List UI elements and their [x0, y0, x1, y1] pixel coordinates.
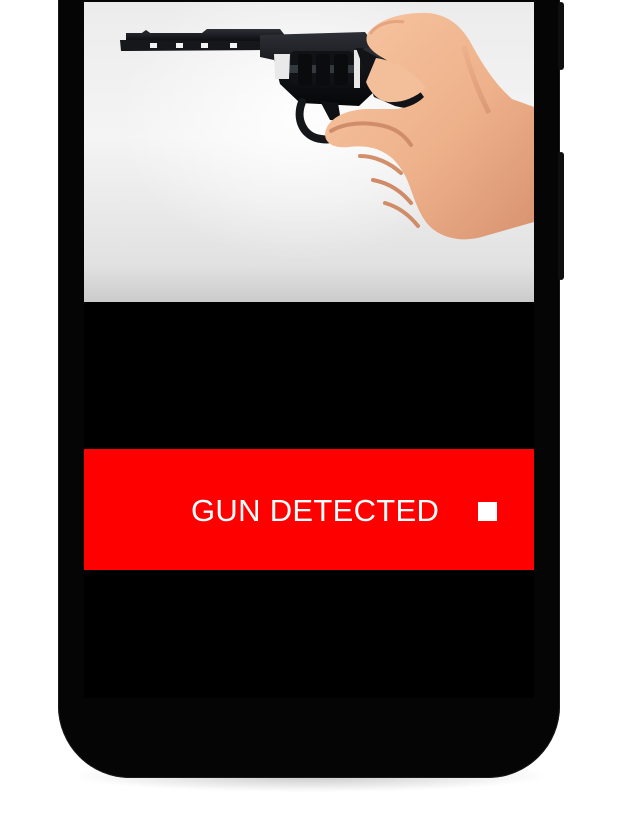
- power-button: [558, 152, 564, 280]
- stop-icon: [477, 501, 497, 521]
- phone-mockup-stage: GUN DETECTED: [0, 0, 621, 824]
- gun-detected-label: GUN DETECTED: [191, 493, 440, 528]
- phone-screen: GUN DETECTED: [84, 2, 534, 698]
- phone-frame: GUN DETECTED: [58, 0, 564, 778]
- revolver-in-hand-photo: [120, 12, 534, 240]
- camera-feed: [84, 2, 534, 302]
- stop-button[interactable]: [476, 500, 498, 522]
- bottom-black-area: [84, 570, 534, 698]
- volume-button: [558, 2, 564, 70]
- gun-detected-banner: GUN DETECTED: [84, 449, 534, 570]
